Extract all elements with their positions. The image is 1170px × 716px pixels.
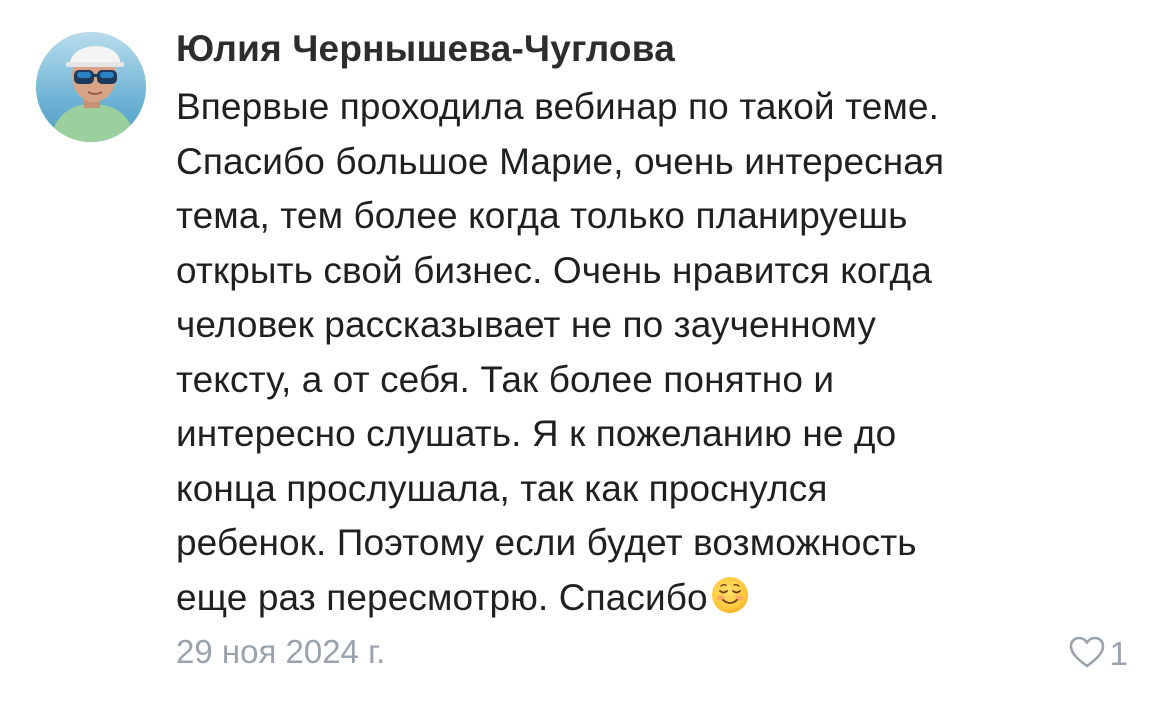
comment-text-line: Спасибо большое Марие, очень интересная — [176, 140, 945, 182]
comment-text-line: ребенок. Поэтому если будет возможность — [176, 522, 917, 563]
comment-text-line: Впервые проходила вебинар по такой теме. — [176, 86, 939, 127]
comment-text-line: интересно слушать. Я к пожеланию не до — [176, 413, 897, 454]
comment-text-line-last: еще раз пересмотрю. Спасибо — [176, 571, 1136, 631]
comment-text-line: тексту, а от себя. Так более понятно и — [176, 358, 835, 400]
author-name[interactable]: Юлия Чернышева-Чуглова — [176, 27, 675, 71]
avatar-photo — [36, 32, 146, 142]
heart-outline-icon — [1068, 635, 1106, 674]
comment-footer: 29 ноя 2024 г. 1 — [176, 632, 1136, 676]
comment-text: Впервые проходила вебинар по такой теме.… — [176, 80, 1136, 630]
avatar[interactable] — [36, 32, 146, 142]
comment-text-line: конца прослушала, так как проснулся — [176, 467, 828, 509]
comment-text-line-content: еще раз пересмотрю. Спасибо — [176, 576, 708, 618]
comment-text-line: человек рассказывает не по заученному — [176, 304, 876, 345]
smiling-face-emoji-icon — [710, 575, 750, 631]
like-count: 1 — [1109, 635, 1128, 672]
like-button[interactable]: 1 — [1068, 632, 1128, 676]
comment-text-line: открыть свой бизнес. Очень нравится когд… — [176, 249, 932, 291]
comment-card: Юлия Чернышева-Чуглова Впервые проходила… — [0, 0, 1170, 716]
comment-text-line: тема, тем более когда только планируешь — [176, 195, 908, 236]
comment-date: 29 ноя 2024 г. — [176, 633, 386, 670]
